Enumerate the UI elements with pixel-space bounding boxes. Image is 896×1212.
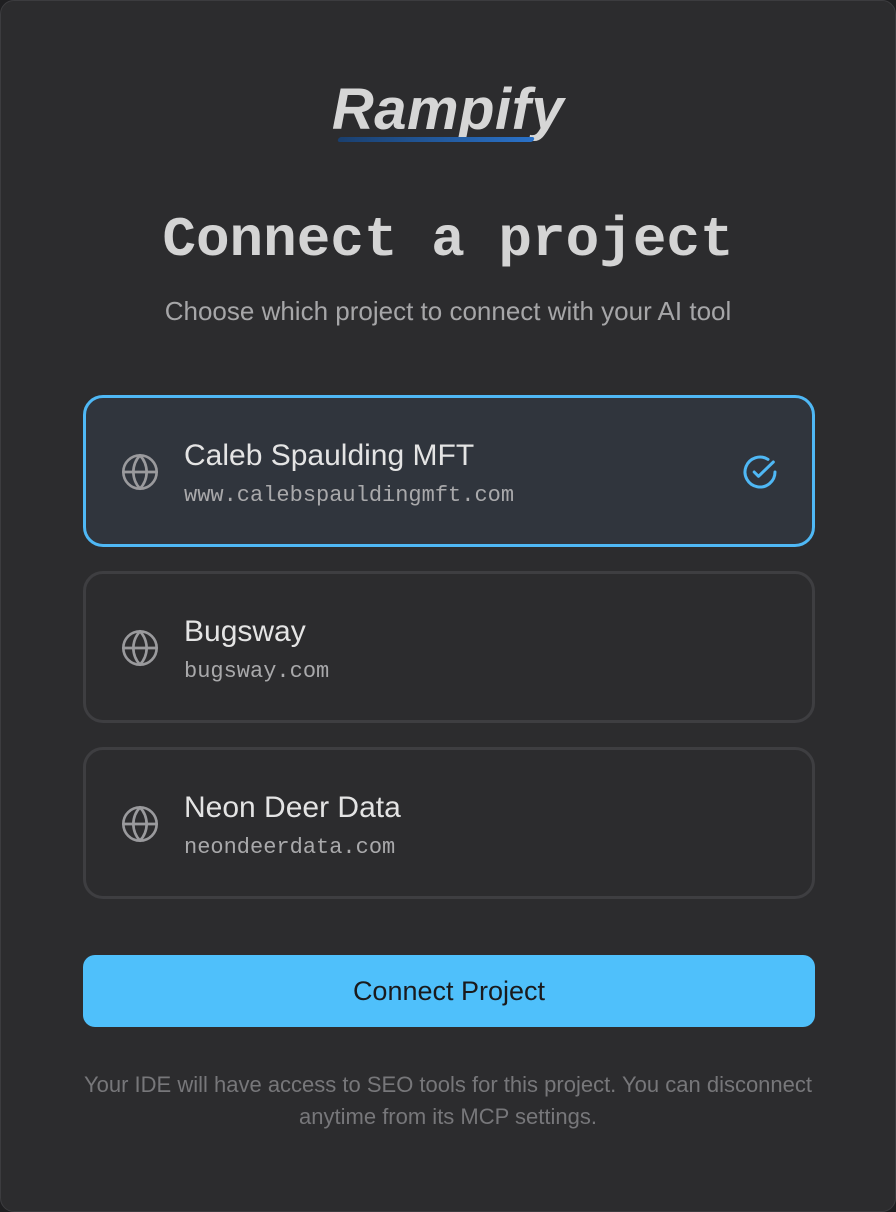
check-circle-icon (743, 455, 777, 489)
project-url: www.calebspauldingmft.com (184, 483, 515, 508)
project-name: Bugsway (184, 615, 306, 648)
page-title: Connect a project (162, 208, 734, 272)
project-option-caleb-spaulding-mft[interactable]: Caleb Spaulding MFT www.calebspauldingmf… (83, 395, 815, 547)
project-list: Caleb Spaulding MFT www.calebspauldingmf… (83, 395, 815, 923)
project-url: bugsway.com (184, 659, 330, 684)
globe-icon (122, 630, 159, 666)
project-option-neon-deer-data[interactable]: Neon Deer Data neondeerdata.com (83, 747, 815, 899)
connect-project-dialog: Rampify Connect a project Choose which p… (0, 0, 896, 1212)
page-subtitle: Choose which project to connect with you… (164, 296, 732, 326)
logo-wordmark: Rampify (332, 77, 564, 143)
logo: Rampify (1, 77, 895, 143)
project-url: neondeerdata.com (184, 835, 396, 860)
globe-icon (122, 454, 159, 490)
footer-note: Your IDE will have access to SEO tools f… (83, 1072, 813, 1129)
project-name: Neon Deer Data (184, 791, 401, 824)
project-name: Caleb Spaulding MFT (184, 439, 475, 472)
project-option-bugsway[interactable]: Bugsway bugsway.com (83, 571, 815, 723)
connect-project-button[interactable]: Connect Project (83, 955, 815, 1027)
logo-text: Rampify (331, 77, 565, 142)
logo-underline (336, 137, 536, 142)
globe-icon (122, 806, 159, 842)
